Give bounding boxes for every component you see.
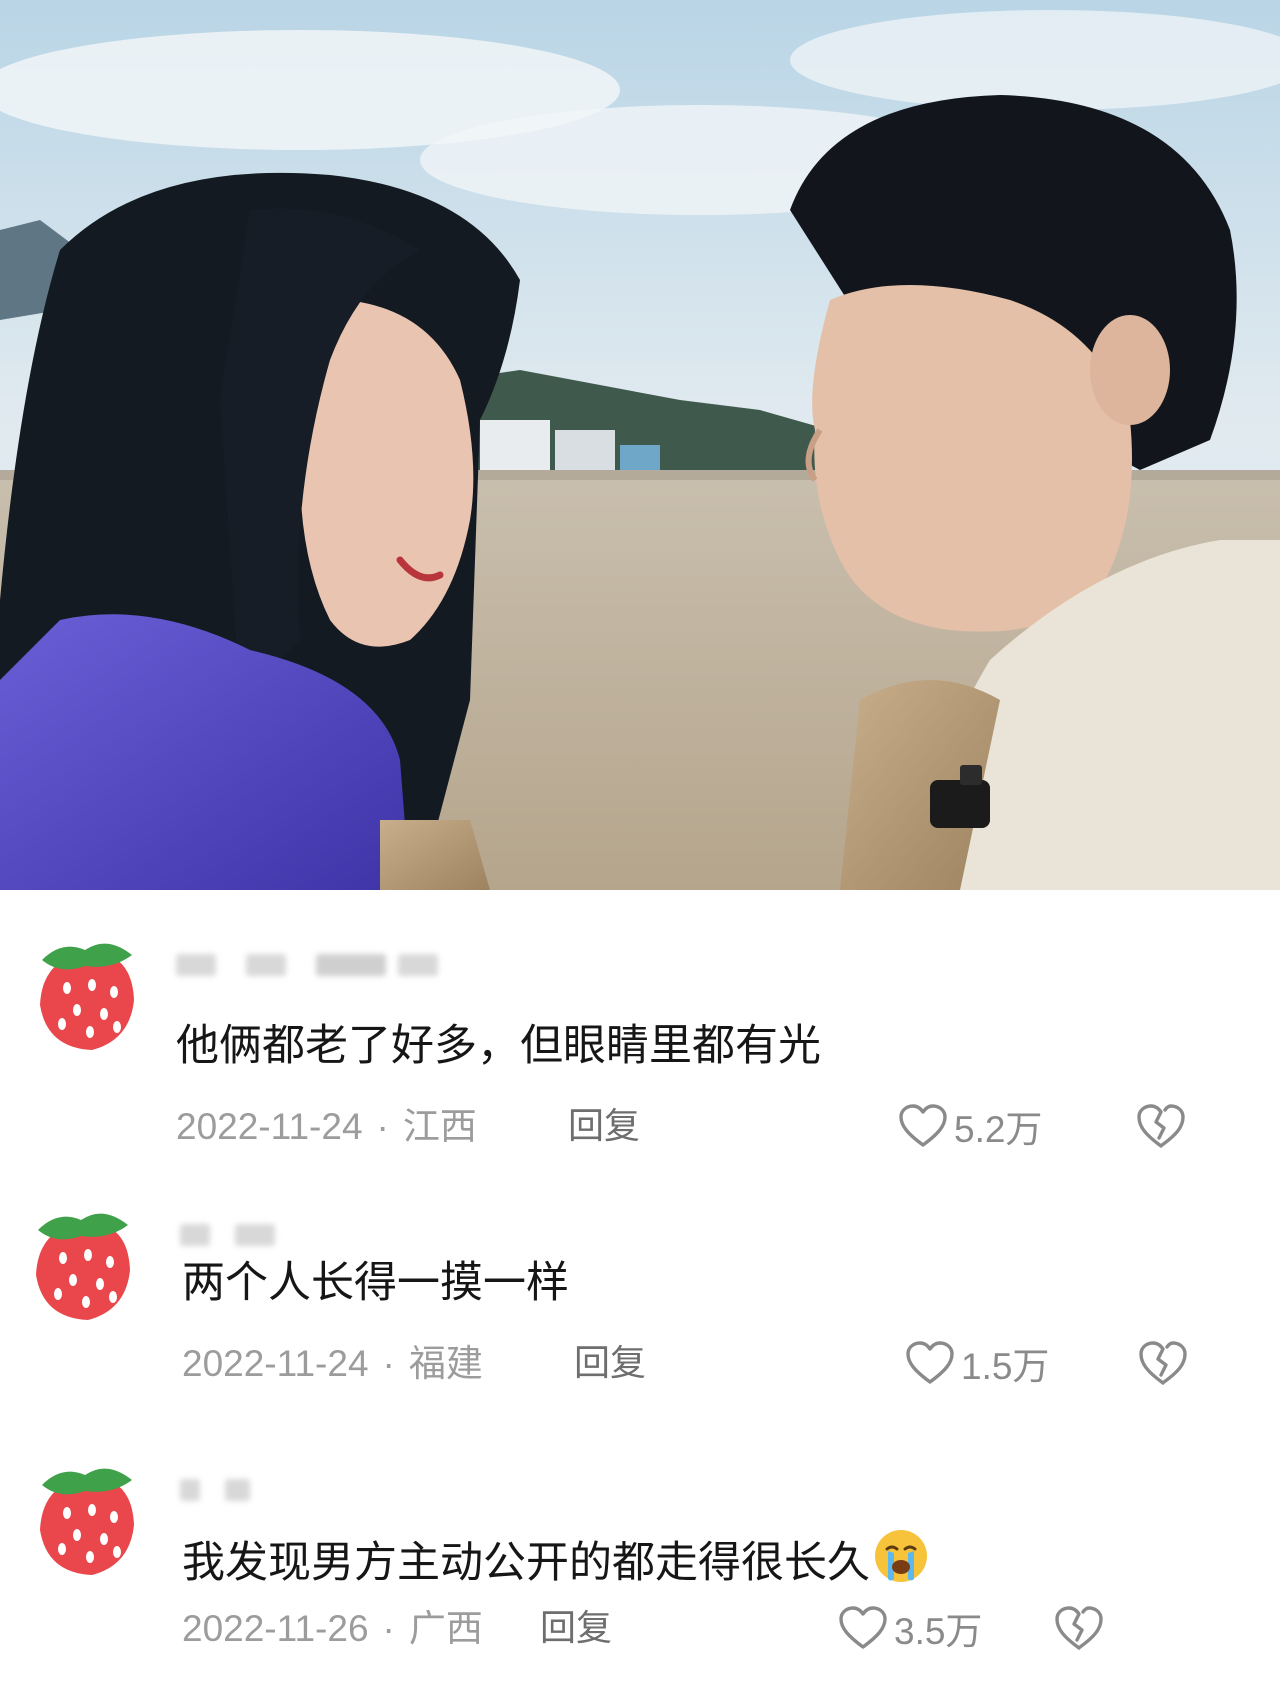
reply-button[interactable]: 回复 — [574, 1340, 646, 1388]
like-count: 3.5万 — [894, 1611, 983, 1652]
comment-region: 江西 — [402, 1106, 477, 1147]
comment-region: 福建 — [408, 1343, 483, 1384]
strawberry-avatar-icon — [23, 931, 147, 1055]
comment-date: 2022-11-24 — [176, 1106, 363, 1147]
comment-text: 他俩都老了好多，但眼睛里都有光 — [176, 1021, 821, 1071]
dislike-button[interactable] — [1054, 1604, 1104, 1652]
comment-meta: 2022-11-24 · 江西 — [176, 1103, 477, 1151]
strawberry-avatar-icon — [23, 1456, 147, 1580]
reply-button[interactable]: 回复 — [540, 1605, 612, 1653]
comment-meta: 2022-11-24 · 福建 — [182, 1340, 483, 1388]
meta-separator: · — [376, 1106, 389, 1147]
username-blurred[interactable] — [180, 1220, 300, 1250]
comment-date: 2022-11-26 — [182, 1608, 369, 1649]
meta-separator: · — [382, 1343, 395, 1384]
comment-meta: 2022-11-26 · 广西 — [182, 1605, 483, 1653]
broken-heart-icon — [1139, 1341, 1187, 1385]
crying-face-emoji-icon — [875, 1530, 927, 1582]
heart-icon — [906, 1341, 954, 1384]
comment-text-body: 我发现男方主动公开的都走得很长久 — [182, 1538, 870, 1588]
reply-button[interactable]: 回复 — [568, 1103, 640, 1151]
like-button[interactable]: 3.5万 — [838, 1602, 982, 1654]
meta-separator: · — [382, 1608, 395, 1649]
like-button[interactable]: 1.5万 — [905, 1337, 1049, 1389]
comment-text: 我发现男方主动公开的都走得很长久 — [182, 1527, 930, 1591]
dislike-button[interactable] — [1136, 1102, 1186, 1150]
comment-region: 广西 — [408, 1608, 483, 1649]
comment-date: 2022-11-24 — [182, 1343, 369, 1384]
avatar[interactable] — [22, 1455, 148, 1581]
heart-icon — [839, 1606, 887, 1649]
username-blurred[interactable] — [180, 1475, 270, 1505]
broken-heart-icon — [1055, 1606, 1103, 1650]
avatar[interactable] — [22, 930, 148, 1056]
dislike-button[interactable] — [1138, 1339, 1188, 1387]
heart-icon — [899, 1104, 947, 1147]
like-count: 5.2万 — [954, 1109, 1043, 1150]
strawberry-avatar-icon — [19, 1201, 143, 1325]
post-photo[interactable] — [0, 0, 1280, 890]
comment-text: 两个人长得一摸一样 — [182, 1258, 569, 1308]
like-count: 1.5万 — [961, 1346, 1050, 1387]
username-blurred[interactable] — [176, 950, 446, 980]
avatar[interactable] — [18, 1200, 144, 1326]
comment-list: 他俩都老了好多，但眼睛里都有光 2022-11-24 · 江西 回复 5.2万 — [0, 890, 1280, 1690]
broken-heart-icon — [1137, 1104, 1185, 1148]
like-button[interactable]: 5.2万 — [898, 1100, 1042, 1152]
